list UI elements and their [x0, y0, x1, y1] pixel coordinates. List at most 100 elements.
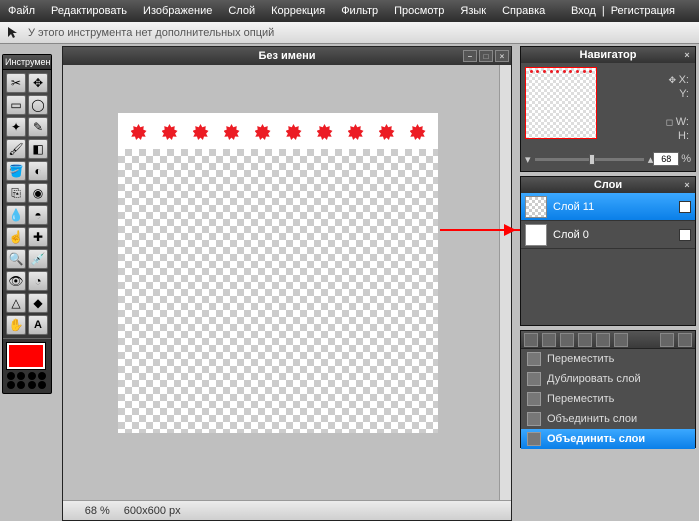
wand-tool[interactable]: ✦: [6, 117, 26, 137]
layer-name[interactable]: Слой 0: [553, 229, 589, 241]
navigator-panel: Навигатор × ✥ X: Y: ◻ W: H: ▾ ▴ 68 %: [520, 46, 696, 172]
zoom-pct-label: %: [681, 153, 691, 165]
color-history-item[interactable]: [7, 381, 15, 389]
heal-tool[interactable]: ✚: [28, 227, 48, 247]
menu-register[interactable]: Регистрация: [611, 5, 675, 17]
star-shape: [348, 124, 364, 140]
sponge-tool[interactable]: ◓: [28, 205, 48, 225]
close-icon[interactable]: ×: [681, 49, 693, 61]
navigator-title-text: Навигатор: [580, 49, 637, 61]
menu-adjust[interactable]: Коррекция: [271, 5, 325, 17]
clone-tool[interactable]: ⎘: [6, 183, 26, 203]
document-titlebar[interactable]: Без имени – □ ×: [63, 47, 511, 65]
replace-tool[interactable]: ◉: [28, 183, 48, 203]
minimize-button[interactable]: –: [463, 50, 477, 62]
move-icon: [527, 392, 541, 406]
navigator-thumbnail[interactable]: [525, 67, 597, 139]
menu-file[interactable]: Файл: [8, 5, 35, 17]
layers-title-text: Слои: [594, 179, 622, 191]
toolbox-panel: Инструмен ✂ ✥ ▭ ◯ ✦ ✎ 🖌 ◧ 🪣 ◐ ⎘ ◉ 💧 ◓ ☝ …: [2, 54, 52, 394]
maximize-button[interactable]: □: [479, 50, 493, 62]
color-history: [7, 372, 47, 389]
color-history-item[interactable]: [28, 372, 36, 380]
picker-tool[interactable]: 💉: [28, 249, 48, 269]
menu-filter[interactable]: Фильтр: [341, 5, 378, 17]
zoom-value: 68: [69, 505, 97, 517]
redeye-tool[interactable]: 👁: [6, 271, 26, 291]
layer-visibility-checkbox[interactable]: ✓: [679, 201, 691, 213]
color-history-item[interactable]: [38, 381, 46, 389]
smudge-tool[interactable]: ☝: [6, 227, 26, 247]
color-history-item[interactable]: [7, 372, 15, 380]
pencil-tool[interactable]: ✎: [28, 117, 48, 137]
annotation-arrow: [440, 229, 520, 231]
layer-visibility-checkbox[interactable]: ✓: [679, 229, 691, 241]
brush-tool[interactable]: 🖌: [6, 139, 26, 159]
eraser-tool[interactable]: ◧: [28, 139, 48, 159]
star-shape: [410, 124, 426, 140]
zoom-slider[interactable]: ▾ ▴ 68 %: [525, 151, 691, 167]
layer-name[interactable]: Слой 11: [553, 201, 594, 213]
hand-tool[interactable]: ✋: [6, 315, 26, 335]
transparent-bg: [118, 149, 438, 433]
shapes-tool[interactable]: ◆: [28, 293, 48, 313]
menu-edit[interactable]: Редактировать: [51, 5, 127, 17]
menu-layer[interactable]: Слой: [228, 5, 255, 17]
ctx-merge-all[interactable]: Объединить слои: [521, 429, 695, 449]
dodge-tool[interactable]: ◔: [28, 271, 48, 291]
star-shape: [255, 124, 271, 140]
type-tool[interactable]: A: [28, 315, 48, 335]
navigator-title[interactable]: Навигатор ×: [521, 47, 695, 63]
canvas-dimensions: 600x600 px: [124, 505, 181, 517]
close-icon[interactable]: ×: [681, 179, 693, 191]
layers-title[interactable]: Слои ×: [521, 177, 695, 193]
move-icon: [527, 352, 541, 366]
marquee-tool[interactable]: ▭: [6, 95, 26, 115]
canvas-viewport[interactable]: [63, 65, 499, 500]
menu-lang[interactable]: Язык: [460, 5, 486, 17]
color-history-item[interactable]: [38, 372, 46, 380]
close-button[interactable]: ×: [495, 50, 509, 62]
star-shape: [162, 124, 178, 140]
zoom-out-icon[interactable]: ▾: [525, 153, 531, 166]
layer-tool-button[interactable]: [542, 333, 556, 347]
color-history-item[interactable]: [17, 381, 25, 389]
layer-tool-button[interactable]: [678, 333, 692, 347]
toolbox-title: Инструмен: [3, 55, 51, 70]
gradient-tool[interactable]: ◐: [28, 161, 48, 181]
layer-tool-button[interactable]: [660, 333, 674, 347]
menu-image[interactable]: Изображение: [143, 5, 212, 17]
menu-login[interactable]: Вход: [571, 5, 596, 17]
star-shape: [317, 124, 333, 140]
color-history-item[interactable]: [28, 381, 36, 389]
layer-tool-button[interactable]: [578, 333, 592, 347]
ctx-move[interactable]: Переместить: [521, 349, 695, 369]
layer-tool-button[interactable]: [524, 333, 538, 347]
layer-row[interactable]: Слой 11 ✓: [521, 193, 695, 221]
ctx-duplicate[interactable]: Дублировать слой: [521, 369, 695, 389]
ctx-merge[interactable]: Объединить слои: [521, 409, 695, 429]
layer-tool-button[interactable]: [596, 333, 610, 347]
move-tool[interactable]: ✥: [28, 73, 48, 93]
options-bar: У этого инструмента нет дополнительных о…: [0, 22, 699, 44]
menu-view[interactable]: Просмотр: [394, 5, 444, 17]
layer-row[interactable]: Слой 0 ✓: [521, 221, 695, 249]
layer-thumbnail[interactable]: [525, 196, 547, 218]
layer-thumbnail[interactable]: [525, 224, 547, 246]
blur-tool[interactable]: 💧: [6, 205, 26, 225]
zoom-tool[interactable]: 🔍: [6, 249, 26, 269]
bucket-tool[interactable]: 🪣: [6, 161, 26, 181]
duplicate-icon: [527, 372, 541, 386]
sharpen-tool[interactable]: △: [6, 293, 26, 313]
canvas[interactable]: [118, 113, 438, 433]
foreground-color-swatch[interactable]: [7, 343, 45, 369]
ctx-move-2[interactable]: Переместить: [521, 389, 695, 409]
menu-help[interactable]: Справка: [502, 5, 545, 17]
zoom-input[interactable]: 68: [653, 152, 679, 166]
vertical-scrollbar[interactable]: [499, 65, 511, 500]
lasso-tool[interactable]: ◯: [28, 95, 48, 115]
crop-tool[interactable]: ✂: [6, 73, 26, 93]
color-history-item[interactable]: [17, 372, 25, 380]
layer-tool-button[interactable]: [614, 333, 628, 347]
layer-tool-button[interactable]: [560, 333, 574, 347]
